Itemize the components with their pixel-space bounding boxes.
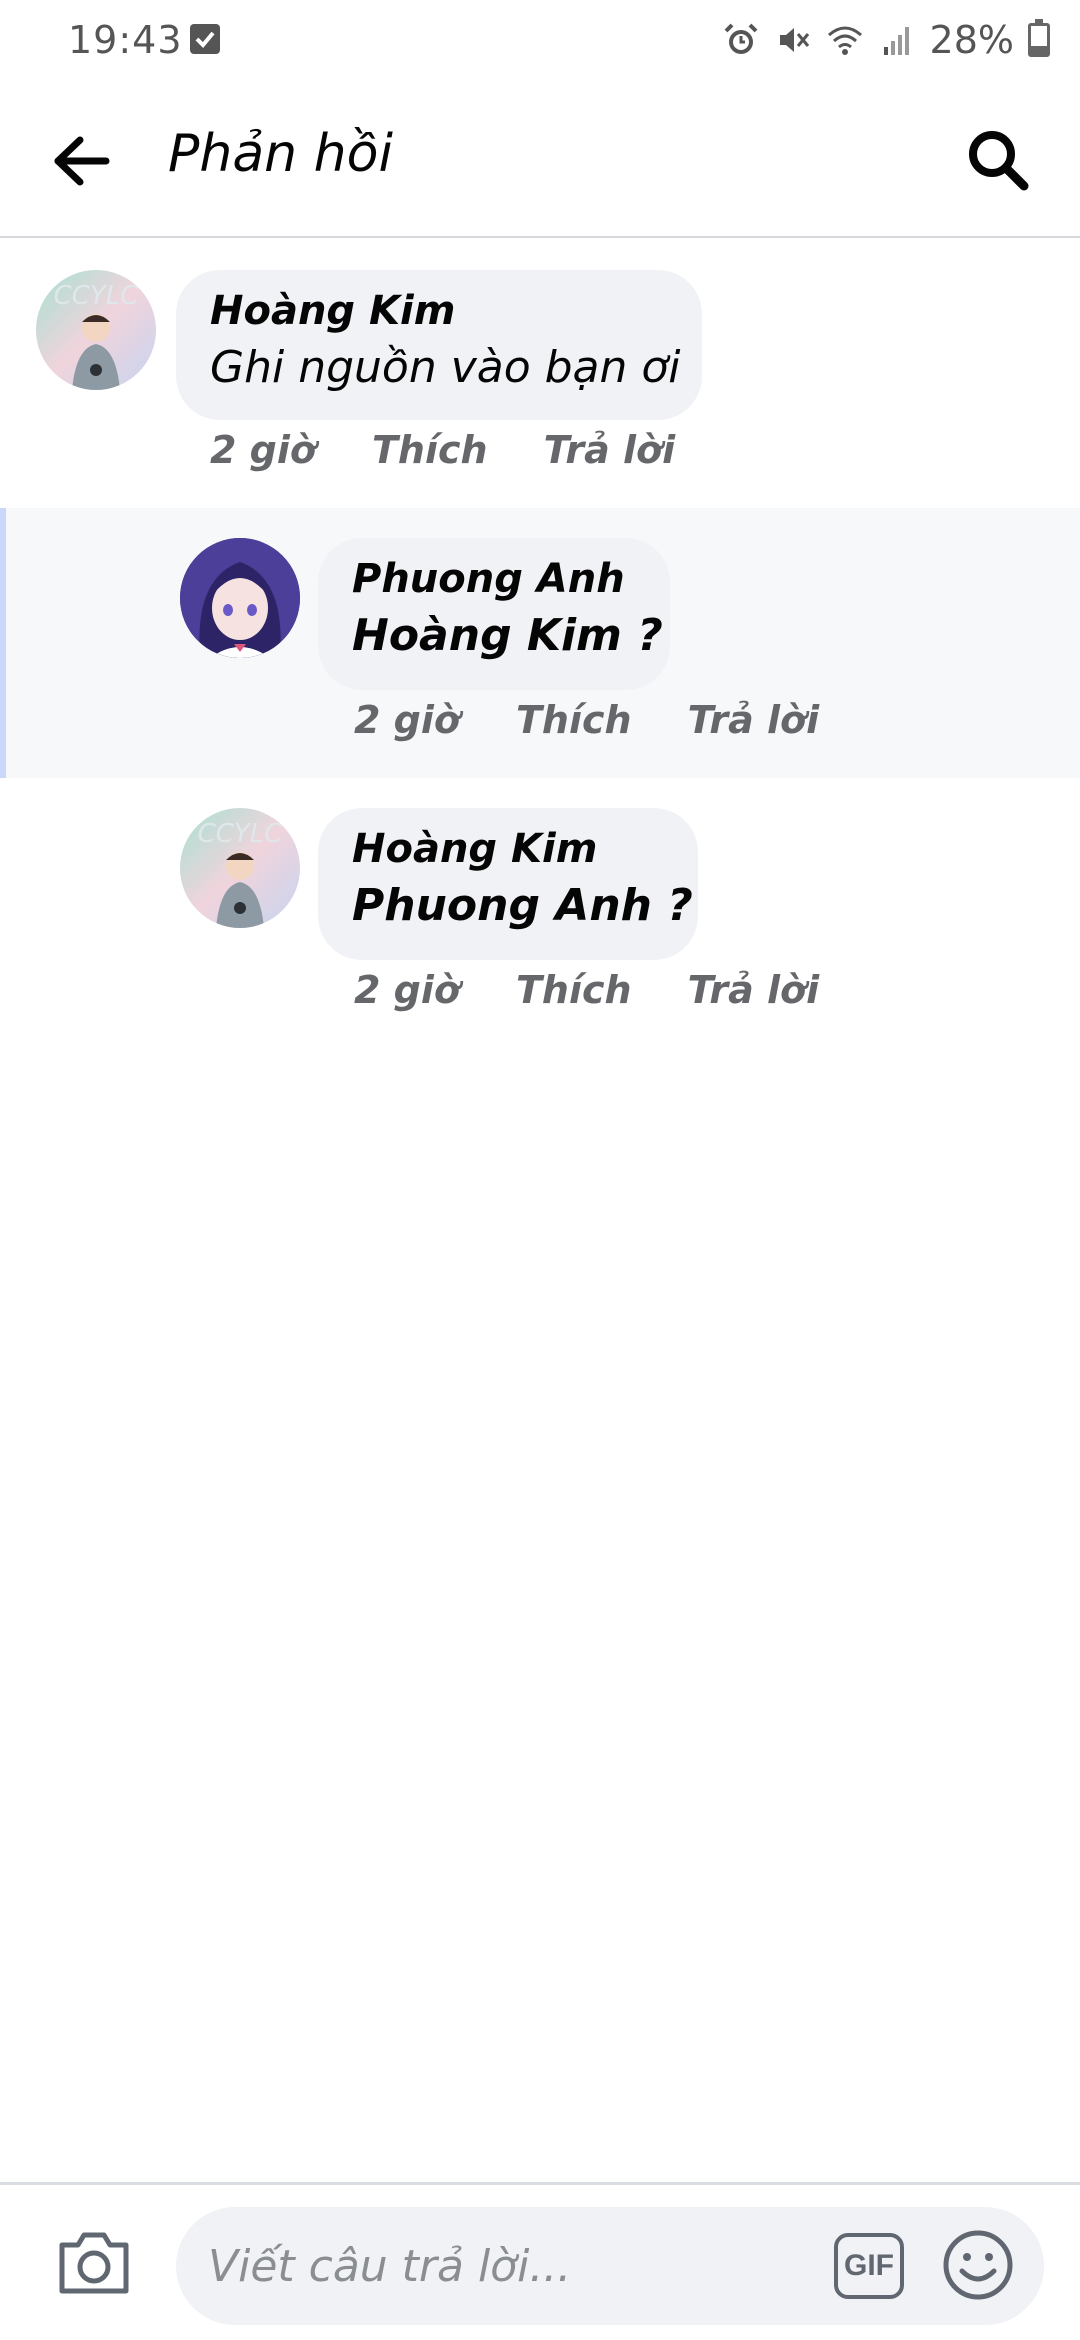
page-title: Phản hồi xyxy=(168,124,393,184)
comment-bubble[interactable]: Hoàng Kim Phuong Anh ? xyxy=(318,808,698,960)
reply-button[interactable]: Trả lời xyxy=(544,428,676,472)
comment-time: 2 giờ xyxy=(354,968,461,1012)
search-icon[interactable] xyxy=(964,126,1030,192)
comment-time: 2 giờ xyxy=(210,428,317,472)
comment-author[interactable]: Phuong Anh xyxy=(352,556,636,602)
comment-author[interactable]: Hoàng Kim xyxy=(210,288,668,334)
arrow-left-icon[interactable] xyxy=(54,136,110,186)
comment-bubble[interactable]: Phuong Anh Hoàng Kim ? xyxy=(318,538,670,690)
like-button[interactable]: Thích xyxy=(516,968,632,1012)
comment-actions: 2 giờ Thích Trả lời xyxy=(354,968,819,1012)
comment-text: Phuong Anh ? xyxy=(352,880,693,931)
reply-input[interactable] xyxy=(208,2207,808,2325)
reply-input-container: GIF xyxy=(176,2207,1044,2325)
comment-author[interactable]: Hoàng Kim xyxy=(352,826,664,872)
svg-text:CCYLC: CCYLC xyxy=(198,819,284,849)
like-button[interactable]: Thích xyxy=(516,698,632,742)
checkbox-notification-icon xyxy=(190,24,220,54)
mute-icon xyxy=(779,28,809,52)
comment-bubble[interactable]: Hoàng Kim Ghi nguồn vào bạn ơi xyxy=(176,270,702,420)
camera-icon[interactable] xyxy=(56,2229,132,2297)
status-time: 19:43 xyxy=(68,18,183,62)
comment-actions: 2 giờ Thích Trả lời xyxy=(210,428,675,472)
battery-icon xyxy=(1028,19,1050,57)
avatar[interactable] xyxy=(180,538,300,658)
reply-button[interactable]: Trả lời xyxy=(688,698,820,742)
app-header: Phản hồi xyxy=(0,84,1080,238)
status-icons: 28% xyxy=(722,18,1050,62)
status-bar: 19:43 28% xyxy=(0,0,1080,84)
comment-text: Ghi nguồn vào bạn ơi xyxy=(210,342,681,393)
alarm-icon xyxy=(724,23,757,54)
avatar[interactable]: CCYLC xyxy=(36,270,156,390)
comment-actions: 2 giờ Thích Trả lời xyxy=(354,698,819,742)
avatar[interactable]: CCYLC xyxy=(180,808,300,928)
battery-percent: 28% xyxy=(929,18,1014,62)
smiley-icon[interactable] xyxy=(942,2229,1014,2301)
gif-button[interactable]: GIF xyxy=(834,2233,904,2299)
like-button[interactable]: Thích xyxy=(372,428,488,472)
reply-composer: GIF xyxy=(0,2182,1080,2340)
highlight-indicator xyxy=(0,508,6,778)
reply-button[interactable]: Trả lời xyxy=(688,968,820,1012)
wifi-icon xyxy=(827,26,862,55)
svg-text:CCYLC: CCYLC xyxy=(54,281,140,311)
comment-time: 2 giờ xyxy=(354,698,461,742)
signal-icon xyxy=(883,27,909,55)
comment-text: Hoàng Kim ? xyxy=(352,610,663,661)
